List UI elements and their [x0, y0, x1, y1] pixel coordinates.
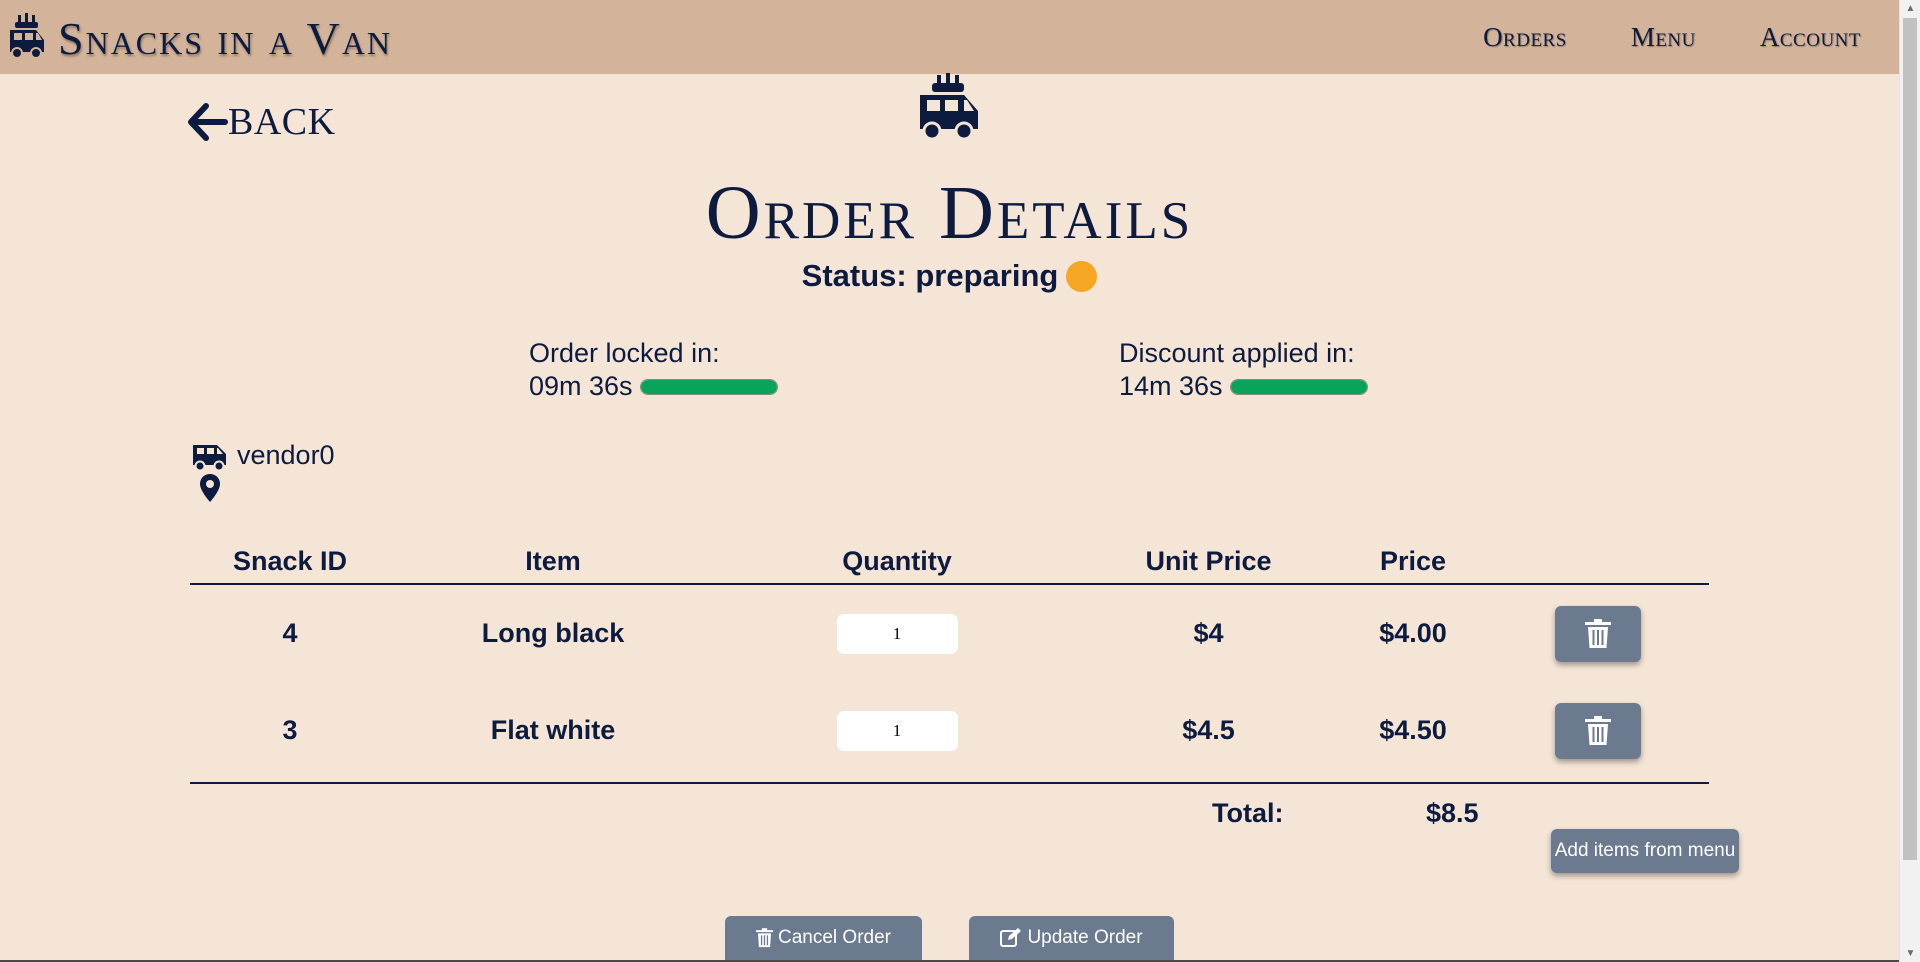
nav-menu[interactable]: Menu	[1631, 22, 1696, 53]
cell-unit-price: $4	[1193, 618, 1224, 648]
cell-quantity	[698, 710, 1096, 751]
nav-links: Orders Menu Account	[1419, 0, 1861, 74]
table-row: 3 Flat white $4.5 $4.50	[190, 682, 1709, 779]
cell-actions	[1505, 702, 1691, 759]
trash-icon	[1585, 715, 1611, 745]
quantity-input[interactable]	[836, 710, 958, 751]
discount-timer: Discount applied in: 14m 36s	[1119, 337, 1368, 403]
lock-timer-label: Order locked in:	[529, 338, 720, 368]
trash-icon	[1585, 618, 1611, 648]
arrow-left-icon	[188, 103, 228, 141]
header-snack-id: Snack ID	[232, 545, 348, 576]
lock-timer-value: 09m 36s	[529, 371, 633, 401]
nav-account[interactable]: Account	[1760, 22, 1861, 53]
header-unit-price: Unit Price	[1145, 545, 1272, 576]
cell-price: $4.00	[1379, 618, 1447, 648]
update-order-label: Update Order	[1027, 927, 1143, 948]
quantity-input[interactable]	[836, 613, 958, 654]
trash-icon	[756, 928, 773, 948]
discount-progress-fill	[1230, 379, 1367, 394]
cell-price: $4.50	[1379, 715, 1447, 745]
order-items-table: Snack ID Item Quantity Unit Price Price …	[190, 545, 1709, 784]
delete-item-button[interactable]	[1555, 702, 1641, 759]
brand[interactable]: Snacks in a Van	[8, 10, 392, 65]
food-truck-icon	[8, 13, 46, 61]
map-pin-icon	[200, 474, 220, 502]
vendor-name: vendor0	[237, 440, 335, 470]
food-truck-icon	[917, 73, 981, 143]
cell-snack-id: 4	[282, 618, 298, 648]
header-quantity: Quantity	[842, 545, 952, 576]
cell-actions	[1505, 605, 1691, 662]
cell-item: Flat white	[490, 715, 616, 745]
status-dot-icon	[1066, 260, 1098, 292]
cell-snack-id: 3	[282, 715, 298, 745]
vendor-info: vendor0	[191, 440, 335, 503]
order-lock-timer: Order locked in: 09m 36s	[529, 337, 778, 403]
order-status: Status: preparing	[0, 258, 1899, 294]
update-order-button[interactable]: Update Order	[969, 916, 1174, 960]
van-icon	[193, 444, 226, 471]
total-label: Total:	[1212, 798, 1284, 828]
page-title: Order Details	[705, 171, 1194, 255]
status-text: Status: preparing	[801, 258, 1059, 293]
scrollbar[interactable]: ▲ ▼	[1899, 0, 1920, 962]
table-row: 4 Long black $4 $4.00	[190, 585, 1709, 682]
total-value: $8.5	[1426, 798, 1479, 828]
brand-name: Snacks in a Van	[58, 12, 393, 64]
cancel-order-label: Cancel Order	[778, 927, 891, 948]
scroll-up-icon[interactable]: ▲	[1900, 0, 1920, 17]
header-price: Price	[1379, 545, 1447, 576]
add-items-button[interactable]: Add items from menu	[1551, 829, 1739, 873]
delete-item-button[interactable]	[1555, 605, 1641, 662]
table-divider	[190, 782, 1709, 784]
navbar: Snacks in a Van Orders Menu Account	[0, 0, 1899, 74]
cell-unit-price: $4.5	[1182, 715, 1235, 745]
nav-orders[interactable]: Orders	[1483, 22, 1567, 53]
discount-progress-bar	[1229, 378, 1368, 395]
scroll-down-icon[interactable]: ▼	[1900, 945, 1920, 962]
table-header: Snack ID Item Quantity Unit Price Price	[190, 545, 1709, 585]
edit-icon	[1000, 928, 1022, 947]
lock-progress-fill	[640, 379, 777, 394]
discount-timer-value: 14m 36s	[1119, 371, 1223, 401]
cell-item: Long black	[481, 618, 625, 648]
cancel-order-button[interactable]: Cancel Order	[725, 916, 922, 960]
lock-progress-bar	[639, 378, 778, 395]
discount-timer-label: Discount applied in:	[1119, 338, 1355, 368]
back-link[interactable]: BACK	[188, 100, 336, 144]
scroll-thumb[interactable]	[1903, 18, 1917, 860]
cell-quantity	[698, 613, 1096, 654]
back-label: BACK	[228, 101, 336, 143]
header-item: Item	[525, 545, 581, 576]
